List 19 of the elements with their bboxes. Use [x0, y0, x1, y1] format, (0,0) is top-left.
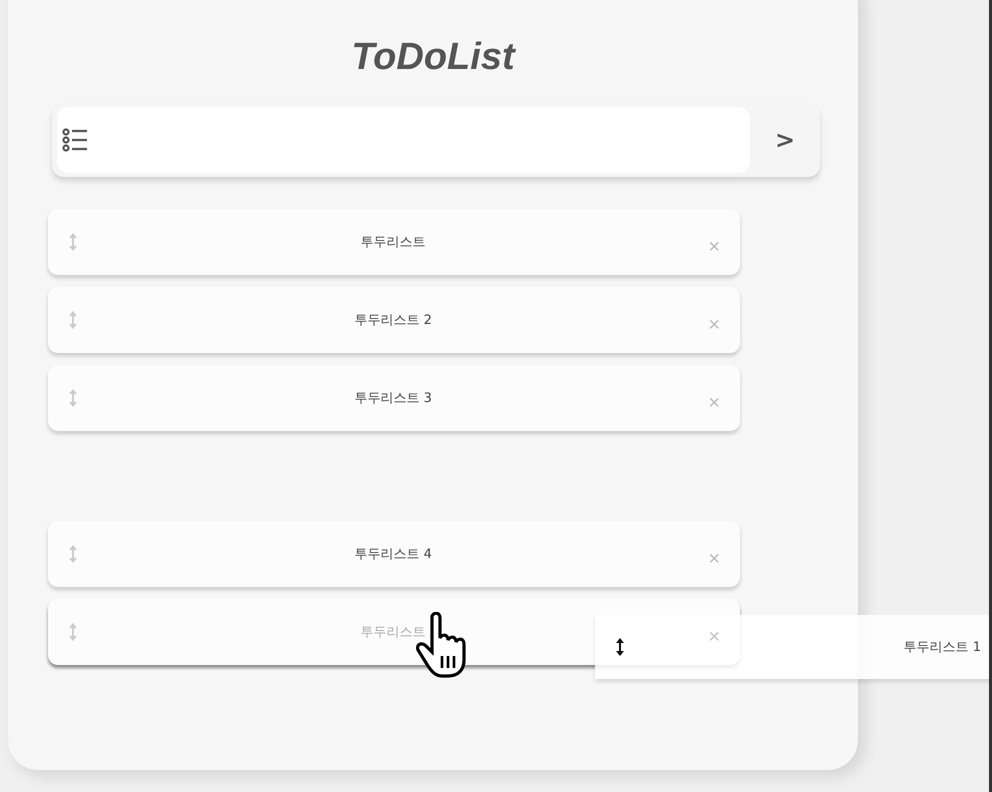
drag-handle-icon[interactable]	[68, 545, 78, 563]
drag-handle-icon[interactable]	[68, 233, 78, 251]
todo-text: 투두리스트	[360, 624, 427, 641]
drag-handle-icon[interactable]	[68, 389, 78, 407]
todo-text: 투두리스트 3	[353, 390, 433, 407]
drag-handle-icon[interactable]	[68, 311, 78, 329]
drag-handle-icon[interactable]	[68, 623, 78, 641]
drag-handle-icon[interactable]	[615, 638, 625, 656]
todo-text: 투두리스트	[360, 234, 427, 251]
todo-text: 투두리스트 4	[353, 546, 433, 563]
todo-text: 투두리스트 1	[904, 639, 981, 656]
todo-item[interactable]: 투두리스트 2 ×	[48, 287, 740, 353]
todo-item[interactable]: 투두리스트 4 ×	[48, 521, 740, 587]
submit-button[interactable]: >	[750, 125, 820, 155]
todo-item[interactable]: 투두리스트 3 ×	[48, 365, 740, 431]
todo-item[interactable]: 투두리스트 ×	[48, 209, 740, 275]
todo-text: 투두리스트 2	[353, 312, 433, 329]
input-field[interactable]	[57, 107, 750, 173]
app-title: ToDoList	[350, 36, 517, 79]
